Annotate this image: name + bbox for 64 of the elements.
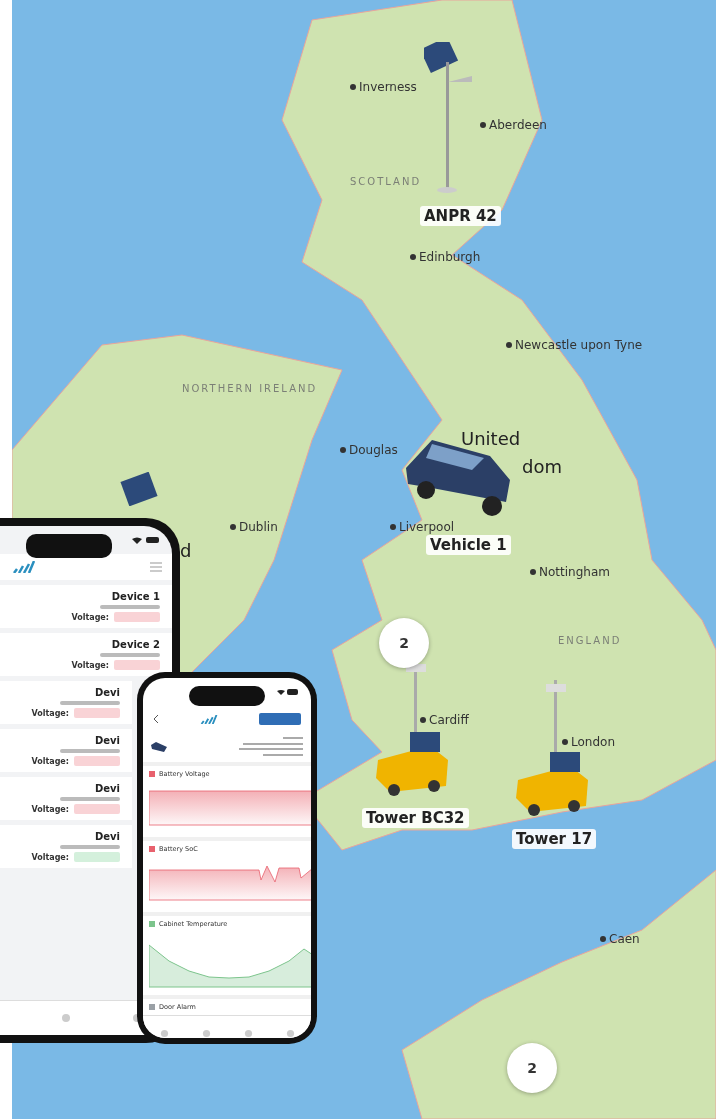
device-name: Devi xyxy=(94,687,120,698)
marker-label[interactable]: Tower 17 xyxy=(512,829,597,849)
status-icons xyxy=(130,536,160,544)
place-label: Newcastle upon Tyne xyxy=(515,338,643,352)
logo-icon xyxy=(12,561,36,573)
place-label: Inverness xyxy=(359,80,417,94)
place-label: Nottingham xyxy=(539,565,610,579)
voltage-label: Voltage: xyxy=(31,708,69,718)
city-dot-icon xyxy=(562,739,568,745)
text-placeholder-bar xyxy=(60,797,120,801)
city-dot-icon xyxy=(530,569,536,575)
place-label: Aberdeen xyxy=(489,118,547,132)
city-dot-icon xyxy=(480,122,486,128)
place-label: dom xyxy=(522,456,562,477)
marker-label[interactable]: Tower BC32 xyxy=(362,808,469,828)
device-card[interactable]: Devi Voltage: xyxy=(0,681,132,724)
city-dot-icon xyxy=(390,524,396,530)
place-label: Edinburgh xyxy=(419,250,481,264)
text-placeholder-bar xyxy=(60,749,120,753)
device-card[interactable]: Device 2 Voltage: xyxy=(0,633,172,676)
place-label: London xyxy=(571,735,615,749)
place-label: ENGLAND xyxy=(558,635,622,646)
voltage-label: Voltage: xyxy=(31,756,69,766)
device-name: Device 1 xyxy=(111,591,160,602)
device-name: Devi xyxy=(94,831,120,842)
logo-icon xyxy=(200,714,218,724)
device-card[interactable]: Devi Voltage: xyxy=(0,825,132,868)
action-button[interactable] xyxy=(259,713,301,725)
back-icon[interactable] xyxy=(153,714,159,724)
voltage-label: Voltage: xyxy=(71,660,109,670)
city-dot-icon xyxy=(600,936,606,942)
place-label: Caen xyxy=(609,932,640,946)
city-dot-icon xyxy=(350,84,356,90)
text-placeholder-bar xyxy=(100,653,160,657)
place-label: United xyxy=(461,428,521,449)
text-placeholder-bar xyxy=(60,845,120,849)
device-card[interactable]: Devi Voltage: xyxy=(0,777,132,820)
device-name: Device 2 xyxy=(111,639,160,650)
city-dot-icon xyxy=(420,717,426,723)
place-label: Liverpool xyxy=(399,520,455,534)
text-placeholder-bar xyxy=(100,605,160,609)
menu-icon[interactable] xyxy=(150,562,162,572)
device-card[interactable]: Devi Voltage: xyxy=(0,729,132,772)
voltage-label: Voltage: xyxy=(31,804,69,814)
place-label: Dublin xyxy=(239,520,278,534)
device-name: Devi xyxy=(94,783,120,794)
place-label: SCOTLAND xyxy=(350,176,422,187)
device-name: Devi xyxy=(94,735,120,746)
car-icon xyxy=(151,742,167,752)
device-card[interactable]: Device 1 Voltage: xyxy=(0,585,172,628)
text-placeholder-bar xyxy=(60,701,120,705)
place-label: NORTHERN IRELAND xyxy=(182,383,318,394)
status-icons xyxy=(277,689,299,695)
voltage-label: Voltage: xyxy=(31,852,69,862)
city-dot-icon xyxy=(410,254,416,260)
city-dot-icon xyxy=(230,524,236,530)
marker-label[interactable]: Vehicle 1 xyxy=(426,535,511,555)
city-dot-icon xyxy=(506,342,512,348)
marker-label[interactable]: ANPR 42 xyxy=(420,206,501,226)
place-label: Cardiff xyxy=(429,713,469,727)
place-label: Douglas xyxy=(349,443,398,457)
city-dot-icon xyxy=(340,447,346,453)
place-label: d xyxy=(180,540,192,561)
voltage-label: Voltage: xyxy=(71,612,109,622)
